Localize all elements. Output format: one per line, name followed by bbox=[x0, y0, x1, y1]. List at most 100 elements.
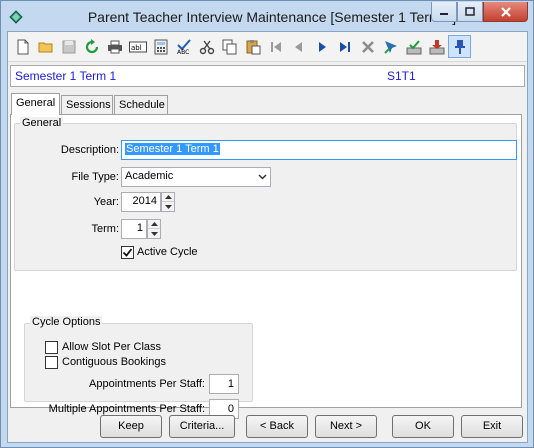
keep-button[interactable]: Keep bbox=[100, 415, 162, 438]
checkmark-icon bbox=[122, 248, 133, 257]
copy-button[interactable] bbox=[218, 35, 241, 58]
maximize-icon bbox=[465, 6, 475, 16]
paste-button[interactable] bbox=[241, 35, 264, 58]
year-down-button[interactable] bbox=[162, 202, 174, 211]
appointments-per-staff-input[interactable]: 1 bbox=[209, 374, 239, 394]
save-button[interactable] bbox=[57, 35, 80, 58]
multiple-appointments-label: Multiple Appointments Per Staff: bbox=[48, 403, 205, 415]
term-input[interactable]: 1 bbox=[121, 219, 147, 239]
pin-button[interactable] bbox=[448, 35, 471, 58]
next-record-button[interactable] bbox=[310, 35, 333, 58]
find-arrow-icon bbox=[383, 40, 397, 54]
term-down-button[interactable] bbox=[148, 229, 160, 238]
year-up-button[interactable] bbox=[162, 193, 174, 202]
cycle-options-label: Cycle Options bbox=[30, 316, 103, 328]
new-document-icon bbox=[17, 39, 28, 54]
year-label: Year: bbox=[93, 196, 119, 208]
minimize-button[interactable] bbox=[431, 2, 457, 22]
first-record-icon bbox=[270, 41, 281, 52]
active-cycle-label: Active Cycle bbox=[137, 246, 198, 258]
record-code: S1T1 bbox=[387, 69, 416, 83]
svg-text:abl: abl bbox=[131, 44, 142, 52]
cycle-options-group: Cycle Options Allow Slot Per Class Conti… bbox=[24, 316, 253, 419]
approve-icon bbox=[406, 39, 421, 54]
previous-record-icon bbox=[294, 41, 302, 52]
maximize-button[interactable] bbox=[457, 2, 483, 22]
app-window: Parent Teacher Interview Maintenance [Se… bbox=[0, 0, 534, 448]
file-type-select[interactable]: Academic bbox=[121, 167, 271, 187]
close-button[interactable] bbox=[483, 2, 528, 22]
description-label: Description: bbox=[60, 144, 119, 156]
ok-button[interactable]: OK bbox=[392, 415, 454, 438]
file-type-label: File Type: bbox=[71, 171, 120, 183]
term-up-button[interactable] bbox=[148, 220, 160, 229]
last-record-icon bbox=[339, 41, 350, 52]
back-button[interactable]: < Back bbox=[246, 415, 308, 438]
pin-icon bbox=[454, 39, 465, 54]
approve-button[interactable] bbox=[402, 35, 425, 58]
spell-check-button[interactable]: ABC bbox=[172, 35, 195, 58]
first-record-button[interactable] bbox=[264, 35, 287, 58]
active-cycle-checkbox[interactable] bbox=[121, 246, 134, 259]
allow-slot-label: Allow Slot Per Class bbox=[62, 341, 162, 353]
text-field-button[interactable]: abl bbox=[126, 35, 149, 58]
exit-button[interactable]: Exit bbox=[461, 415, 523, 438]
save-icon bbox=[62, 40, 75, 53]
spell-check-icon: ABC bbox=[177, 38, 191, 55]
delete-button[interactable] bbox=[356, 35, 379, 58]
arrow-down-icon bbox=[164, 204, 172, 209]
calculator-button[interactable] bbox=[149, 35, 172, 58]
print-button[interactable] bbox=[103, 35, 126, 58]
chevron-down-icon bbox=[258, 174, 267, 180]
term-spinner[interactable] bbox=[147, 219, 161, 239]
previous-record-button[interactable] bbox=[287, 35, 310, 58]
last-record-button[interactable] bbox=[333, 35, 356, 58]
new-button[interactable] bbox=[11, 35, 34, 58]
arrow-down-icon bbox=[150, 231, 158, 236]
export-button[interactable] bbox=[425, 35, 448, 58]
year-input[interactable]: 2014 bbox=[121, 192, 161, 212]
next-record-icon bbox=[318, 41, 326, 52]
refresh-icon bbox=[85, 38, 98, 53]
allow-slot-checkbox[interactable] bbox=[45, 341, 58, 354]
export-icon bbox=[429, 39, 444, 54]
term-label: Term: bbox=[91, 223, 120, 235]
tab-general[interactable]: General bbox=[11, 93, 60, 115]
cut-button[interactable] bbox=[195, 35, 218, 58]
find-button[interactable] bbox=[379, 35, 402, 58]
arrow-up-icon bbox=[164, 195, 172, 199]
refresh-button[interactable] bbox=[80, 35, 103, 58]
text-field-icon: abl bbox=[128, 41, 147, 52]
copy-icon bbox=[222, 39, 236, 54]
scissors-icon bbox=[199, 40, 214, 54]
criteria-button[interactable]: Criteria... bbox=[169, 415, 235, 438]
next-button[interactable]: Next > bbox=[315, 415, 377, 438]
close-icon bbox=[500, 6, 511, 17]
client-area: abl ABC Semester 1 Term 1 S1T1 General S… bbox=[7, 31, 528, 443]
record-description: Semester 1 Term 1 bbox=[15, 69, 117, 83]
arrow-up-icon bbox=[150, 222, 158, 226]
contiguous-bookings-label: Contiguous Bookings bbox=[62, 356, 166, 368]
appointments-per-staff-label: Appointments Per Staff: bbox=[89, 378, 205, 390]
general-group-label: General bbox=[20, 117, 64, 129]
tab-panel-general: General Description: Semester 1 Term 1 F… bbox=[10, 114, 522, 419]
general-group: General Description: Semester 1 Term 1 F… bbox=[14, 117, 517, 271]
tab-sessions[interactable]: Sessions bbox=[61, 95, 113, 114]
description-input[interactable]: Semester 1 Term 1 bbox=[121, 140, 517, 160]
title-bar[interactable]: Parent Teacher Interview Maintenance [Se… bbox=[1, 1, 533, 31]
printer-icon bbox=[107, 40, 122, 53]
open-button[interactable] bbox=[34, 35, 57, 58]
contiguous-bookings-checkbox[interactable] bbox=[45, 356, 58, 369]
toolbar: abl ABC bbox=[8, 32, 527, 62]
record-header: Semester 1 Term 1 S1T1 bbox=[10, 65, 525, 87]
description-value: Semester 1 Term 1 bbox=[125, 143, 220, 155]
minimize-icon bbox=[440, 12, 448, 15]
paste-icon bbox=[246, 39, 260, 54]
year-spinner[interactable] bbox=[161, 192, 175, 212]
calculator-icon bbox=[154, 39, 167, 54]
folder-icon bbox=[38, 42, 52, 52]
tab-schedule[interactable]: Schedule bbox=[114, 95, 168, 114]
svg-text:ABC: ABC bbox=[177, 49, 189, 55]
file-type-value: Academic bbox=[125, 170, 174, 182]
delete-x-icon bbox=[361, 40, 374, 53]
